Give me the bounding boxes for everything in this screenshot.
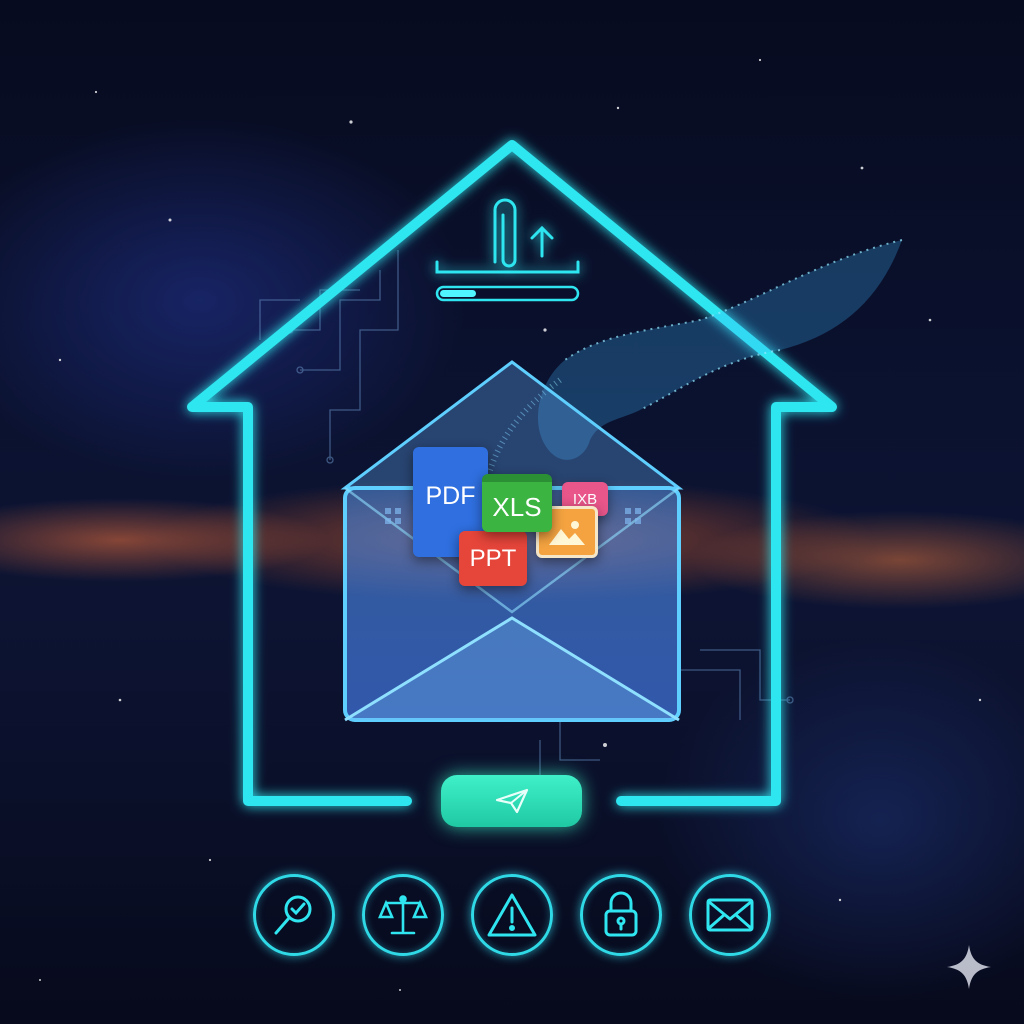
send-button[interactable] <box>441 775 582 827</box>
small-file-label: IXB <box>572 490 598 508</box>
padlock-icon <box>604 891 638 937</box>
ppt-label: PPT <box>469 544 517 572</box>
search-check-button[interactable] <box>253 874 335 956</box>
mail-icon <box>706 898 754 932</box>
sparkle-icon <box>945 943 993 995</box>
upload-progress-bar <box>435 285 580 302</box>
mountain-image-icon <box>549 521 585 545</box>
xls-label: XLS <box>492 491 542 522</box>
ppt-file-icon: PPT <box>459 531 527 586</box>
padlock-button[interactable] <box>580 874 662 956</box>
paperclip-upload-icon <box>435 198 580 274</box>
pdf-label: PDF <box>425 482 476 510</box>
warning-icon <box>487 893 537 937</box>
xls-file-icon: XLS <box>482 474 552 532</box>
scales-button[interactable] <box>362 874 444 956</box>
mail-button[interactable] <box>689 874 771 956</box>
scales-icon <box>378 895 428 935</box>
search-check-icon <box>274 895 312 935</box>
warning-button[interactable] <box>471 874 553 956</box>
paper-plane-icon <box>495 788 528 814</box>
